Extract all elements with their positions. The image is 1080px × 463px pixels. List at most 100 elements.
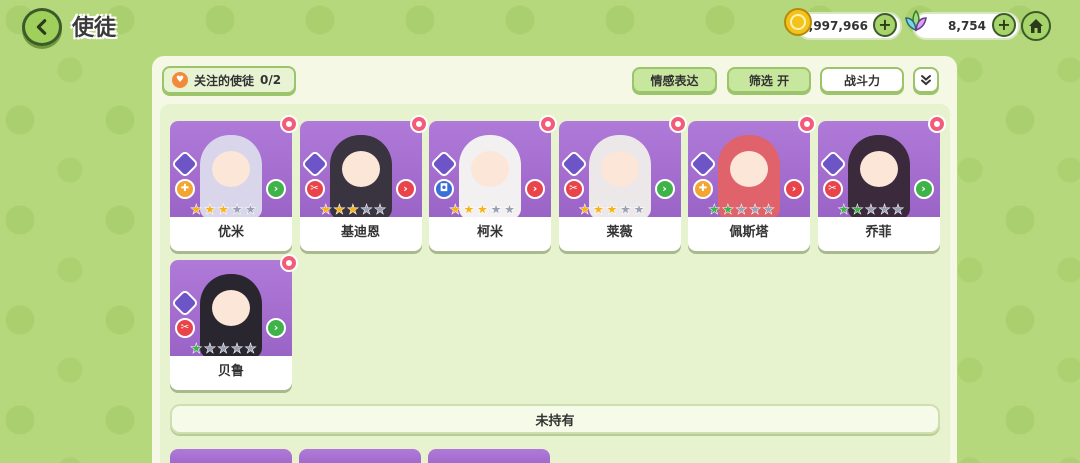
star-icon: ★	[592, 202, 605, 218]
role-icon: ◘	[434, 179, 454, 199]
character-card[interactable]: ✚ › ★ ★ ★ ★ ★ 佩斯塔	[688, 115, 816, 251]
flower-pin-icon[interactable]	[927, 115, 946, 133]
add-gold-button[interactable]: +	[873, 13, 897, 37]
character-name: 优米	[217, 225, 244, 240]
character-card[interactable]: ✂ › ★ ★ ★ ★ ★ 贝鲁	[170, 254, 298, 390]
star-icon: ★	[605, 202, 619, 218]
unowned-character-card[interactable]	[299, 449, 421, 463]
flower-pin-icon[interactable]	[280, 115, 298, 133]
filter-button[interactable]: 筛选 开	[727, 67, 811, 93]
chevron-right-icon: ›	[654, 179, 675, 199]
star-icon: ★	[217, 202, 230, 218]
flower-pin-icon[interactable]	[668, 115, 687, 133]
star-icon: ★	[462, 202, 476, 218]
chevron-right-icon: ›	[784, 179, 804, 199]
character-name: 佩斯塔	[729, 225, 769, 240]
star-icon: ★	[489, 202, 503, 218]
star-icon: ★	[619, 202, 632, 218]
star-icon: ★	[891, 202, 905, 218]
star-rating: ★ ★ ★ ★ ★	[708, 202, 775, 218]
star-icon: ★	[244, 202, 257, 218]
back-button[interactable]	[22, 8, 62, 46]
unowned-character-card[interactable]	[428, 449, 550, 463]
star-icon: ★	[190, 341, 203, 357]
star-icon: ★	[217, 341, 230, 357]
star-icon: ★	[373, 202, 387, 218]
star-rating: ★ ★ ★ ★ ★	[319, 202, 387, 218]
role-icon: ✂	[175, 318, 195, 338]
star-icon: ★	[837, 202, 851, 218]
character-name: 莱薇	[606, 225, 633, 240]
star-icon: ★	[333, 202, 346, 218]
flower-pin-icon[interactable]	[539, 115, 557, 133]
character-card[interactable]: ✂ › ★ ★ ★ ★ ★ 基迪恩	[299, 115, 428, 251]
character-card[interactable]: ✂ › ★ ★ ★ ★ ★ 莱薇	[558, 115, 687, 251]
chevron-right-icon: ›	[266, 318, 286, 338]
sort-power-button[interactable]: 战斗力	[820, 67, 904, 93]
role-icon: ✚	[693, 179, 713, 199]
emote-button[interactable]: 情感表达	[632, 67, 717, 93]
role-icon: ✚	[175, 179, 195, 199]
star-icon: ★	[244, 341, 257, 357]
chevron-right-icon: ›	[913, 179, 934, 199]
character-card[interactable]: ✚ › ★ ★ ★ ★ ★ 优米	[170, 115, 298, 251]
unowned-section-header[interactable]: 未持有	[170, 404, 940, 434]
star-rating: ★ ★ ★ ★ ★	[578, 202, 646, 218]
star-icon: ★	[632, 202, 646, 218]
star-icon: ★	[190, 202, 203, 218]
star-icon: ★	[203, 202, 217, 218]
chevron-right-icon: ›	[266, 179, 286, 199]
star-rating: ★ ★ ★ ★ ★	[837, 202, 905, 218]
add-gem-button[interactable]: +	[992, 13, 1016, 37]
star-icon: ★	[476, 202, 489, 218]
star-rating: ★ ★ ★ ★ ★	[190, 341, 257, 357]
gem-icon	[902, 8, 930, 36]
followed-characters-filter[interactable]: ♥ 关注的使徒 0/2	[162, 66, 296, 94]
star-icon: ★	[203, 341, 217, 357]
star-icon: ★	[851, 202, 864, 218]
character-card[interactable]: ◘ › ★ ★ ★ ★ ★ 柯米	[429, 115, 557, 251]
back-arrow-icon	[36, 19, 47, 35]
flower-pin-icon[interactable]	[280, 254, 298, 272]
star-icon: ★	[878, 202, 891, 218]
follow-label: 关注的使徒	[194, 73, 255, 88]
heart-icon: ♥	[172, 72, 188, 88]
unowned-character-card[interactable]	[170, 449, 292, 463]
star-icon: ★	[230, 202, 244, 218]
double-chevron-down-icon	[921, 75, 931, 86]
role-icon: ✂	[304, 179, 325, 199]
star-icon: ★	[762, 202, 775, 218]
role-icon: ✂	[563, 179, 584, 199]
role-icon: ✂	[822, 179, 843, 199]
character-name: 乔菲	[865, 225, 892, 240]
home-icon	[1029, 19, 1043, 33]
star-icon: ★	[503, 202, 516, 218]
star-rating: ★ ★ ★ ★ ★	[449, 202, 516, 218]
character-card[interactable]: ✂ › ★ ★ ★ ★ ★ 乔菲	[817, 115, 946, 251]
page-title: 使徒	[72, 16, 117, 41]
star-icon: ★	[864, 202, 878, 218]
star-icon: ★	[449, 202, 462, 218]
character-name: 贝鲁	[217, 364, 244, 379]
star-icon: ★	[230, 341, 244, 357]
star-icon: ★	[735, 202, 748, 218]
star-icon: ★	[360, 202, 373, 218]
star-icon: ★	[346, 202, 360, 218]
follow-count: 0/2	[260, 73, 282, 87]
star-rating: ★ ★ ★ ★ ★	[190, 202, 257, 218]
home-button[interactable]	[1021, 11, 1051, 41]
sort-order-button[interactable]	[913, 67, 939, 93]
character-name: 柯米	[476, 225, 503, 240]
star-icon: ★	[721, 202, 735, 218]
chevron-right-icon: ›	[395, 179, 416, 199]
gem-amount: 8,754	[948, 19, 986, 33]
star-icon: ★	[319, 202, 333, 218]
coin-icon	[784, 8, 812, 36]
chevron-right-icon: ›	[525, 179, 545, 199]
flower-pin-icon[interactable]	[409, 115, 428, 133]
star-icon: ★	[578, 202, 592, 218]
flower-pin-icon[interactable]	[798, 115, 816, 133]
character-name: 基迪恩	[340, 225, 380, 240]
star-icon: ★	[708, 202, 721, 218]
star-icon: ★	[748, 202, 762, 218]
